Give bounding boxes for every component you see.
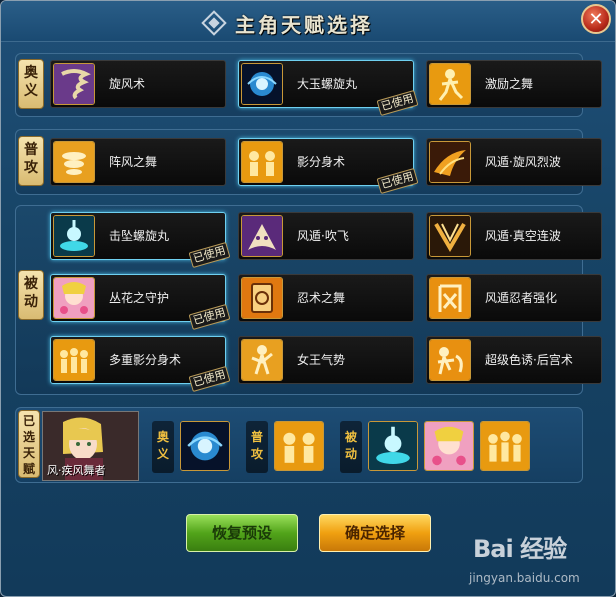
section-passive: 被 动 击坠螺旋丸 已使用 风遁·吹飞 风遁·真空连波 丛花之守护 已使用 忍术…: [15, 205, 602, 395]
flower-guard-icon: [53, 277, 95, 319]
used-badge: 已使用: [188, 303, 231, 331]
selected-talents-panel: 已 选 天 赋 风·疾风舞者 奥 义 普 攻 被 动: [15, 407, 583, 483]
shadow-clone-icon[interactable]: [274, 421, 324, 471]
skill-card[interactable]: 阵风之舞: [50, 138, 226, 186]
skill-name: 女王气势: [297, 353, 346, 367]
wind-wave-icon: [429, 141, 471, 183]
skill-name: 旋风术: [109, 77, 146, 91]
skill-card[interactable]: 影分身术 已使用: [238, 138, 419, 195]
gust-icon: [53, 141, 95, 183]
skill-card[interactable]: 风遁·真空连波: [426, 212, 602, 260]
skill-card[interactable]: 丛花之守护 已使用: [50, 274, 231, 331]
rasengan-icon[interactable]: [180, 421, 230, 471]
used-badge: 已使用: [376, 89, 419, 117]
section-tag-attack: 普 攻: [18, 136, 44, 186]
skill-name: 超级色诱·后宫术: [485, 353, 573, 367]
section-tag-ougi: 奥 义: [18, 59, 44, 109]
character-portrait: 风·疾风舞者: [42, 411, 139, 481]
skill-name: 影分身术: [297, 155, 346, 169]
rasengan-crash-icon: [53, 215, 95, 257]
used-badge: 已使用: [376, 167, 419, 195]
skill-name: 大玉螺旋丸: [297, 77, 358, 91]
watermark-url: jingyan.baidu.com: [469, 571, 580, 585]
skill-name: 风遁·吹飞: [297, 229, 349, 243]
used-badge: 已使用: [188, 365, 231, 393]
skill-card[interactable]: 女王气势: [238, 336, 414, 384]
selected-tag-passive: 被 动: [340, 421, 362, 473]
rasengan-icon: [241, 63, 283, 105]
skill-card[interactable]: 大玉螺旋丸 已使用: [238, 60, 419, 117]
skill-name: 多重影分身术: [109, 353, 182, 367]
section-ougi: 奥 义 旋风术 大玉螺旋丸 已使用 激励之舞: [15, 53, 602, 117]
shadow-clone-icon: [241, 141, 283, 183]
skill-card[interactable]: 风遁·旋风烈波: [426, 138, 602, 186]
skill-name: 击坠螺旋丸: [109, 229, 170, 243]
reset-defaults-button[interactable]: 恢复预设: [186, 514, 298, 552]
skill-name: 风遁·真空连波: [485, 229, 561, 243]
skill-card[interactable]: 风遁·吹飞: [238, 212, 414, 260]
skill-name: 风遁忍者强化: [485, 291, 558, 305]
fan-icon: [241, 215, 283, 257]
skill-name: 丛花之守护: [109, 291, 170, 305]
multi-clone-icon: [53, 339, 95, 381]
selected-tag-ougi: 奥 义: [152, 421, 174, 473]
skill-name: 激励之舞: [485, 77, 534, 91]
tornado-icon: [53, 63, 95, 105]
section-tag-passive: 被 动: [18, 270, 44, 320]
section-attack: 普 攻 阵风之舞 影分身术 已使用 风遁·旋风烈波: [15, 129, 602, 195]
confirm-selection-button[interactable]: 确定选择: [319, 514, 431, 552]
skill-card[interactable]: 击坠螺旋丸 已使用: [50, 212, 231, 269]
rasengan-crash-icon[interactable]: [368, 421, 418, 471]
skill-card[interactable]: 激励之舞: [426, 60, 602, 108]
vacuum-icon: [429, 215, 471, 257]
multi-clone-icon[interactable]: [480, 421, 530, 471]
flower-guard-icon[interactable]: [424, 421, 474, 471]
skill-name: 风遁·旋风烈波: [485, 155, 561, 169]
close-button[interactable]: ✕: [581, 4, 611, 34]
wind-kanji-icon: [429, 277, 471, 319]
skill-card[interactable]: 超级色诱·后宫术: [426, 336, 602, 384]
character-name: 风·疾风舞者: [47, 464, 106, 477]
section-tag-selected: 已 选 天 赋: [18, 410, 40, 478]
queen-icon: [241, 339, 283, 381]
skill-card[interactable]: 多重影分身术 已使用: [50, 336, 231, 393]
window-title: 主角天赋选择: [235, 13, 373, 37]
title-emblem-icon: [201, 10, 227, 36]
dance-icon: [429, 63, 471, 105]
skill-name: 忍术之舞: [297, 291, 346, 305]
selected-tag-attack: 普 攻: [246, 421, 268, 473]
title-bar: 主角天赋选择: [1, 1, 615, 42]
watermark-logo: Bai 经验: [473, 535, 567, 563]
skill-card[interactable]: 旋风术: [50, 60, 226, 108]
skill-card[interactable]: 忍术之舞: [238, 274, 414, 322]
skill-card[interactable]: 风遁忍者强化: [426, 274, 602, 322]
talent-window: 主角天赋选择 ✕ 奥 义 旋风术 大玉螺旋丸 已使用 激励之舞 普 攻 阵风之舞…: [0, 0, 616, 597]
skill-name: 阵风之舞: [109, 155, 158, 169]
harem-icon: [429, 339, 471, 381]
ninjutsu-scroll-icon: [241, 277, 283, 319]
used-badge: 已使用: [188, 241, 231, 269]
watermark: Bai 经验 jingyan.baidu.com: [469, 529, 580, 585]
